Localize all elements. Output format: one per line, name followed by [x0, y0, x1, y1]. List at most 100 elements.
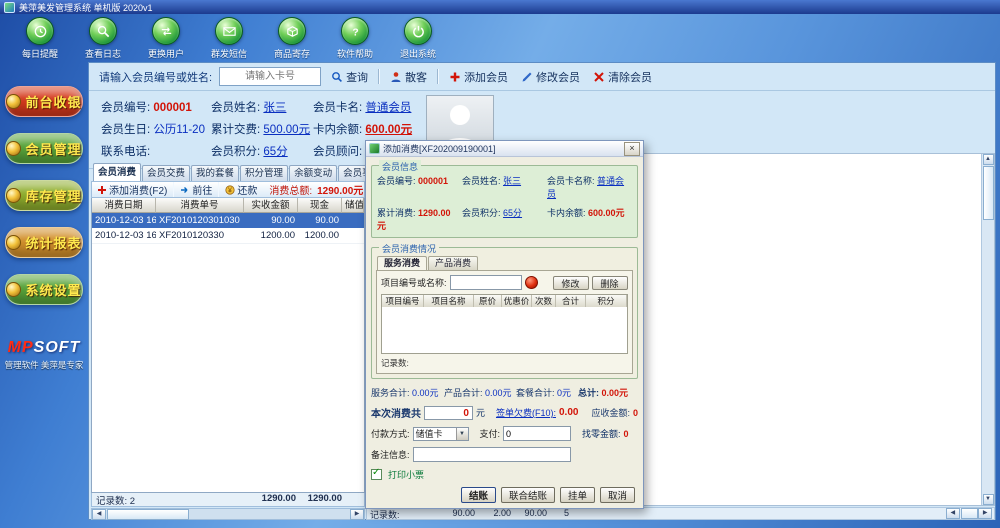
daily-reminder-button[interactable]: 每日提醒: [15, 17, 65, 60]
vertical-scrollbar[interactable]: ▲ ▼: [981, 154, 994, 505]
coin-icon: [6, 188, 22, 203]
query-button[interactable]: 查询: [328, 67, 371, 87]
pay-method-select[interactable]: 储值卡 ▼: [412, 426, 469, 441]
modify-member-button[interactable]: 修改会员: [518, 67, 583, 87]
print-row: 打印小票: [371, 467, 638, 481]
yuan-coin-icon: ¥: [225, 184, 235, 195]
sum-points: 5: [563, 508, 569, 518]
print-receipt-checkbox[interactable]: [371, 467, 382, 480]
goto-button[interactable]: 前往: [179, 182, 213, 197]
sidebar-item-cashier[interactable]: 前台收银: [5, 86, 83, 117]
table-row[interactable]: 2010-12-03 16: XF2010120330 1200.00 1200…: [92, 228, 364, 244]
scroll-left-arrow[interactable]: ◀: [946, 508, 960, 519]
sidebar-item-label: 系统设置: [25, 283, 82, 298]
scroll-thumb[interactable]: [960, 508, 979, 519]
search-label: 请输入会员编号或姓名:: [99, 71, 213, 84]
horizontal-scrollbar[interactable]: ◀ ▶: [91, 508, 365, 520]
view-log-button[interactable]: 查看日志: [78, 17, 128, 60]
sum-cash: 1290.00: [307, 493, 342, 504]
add-consumption-button[interactable]: 添加消费(F2): [96, 182, 168, 197]
tab-balance-changes[interactable]: 余额变动: [289, 165, 338, 181]
column-header[interactable]: 消费单号: [156, 198, 244, 213]
column-header[interactable]: 消费日期: [92, 198, 156, 213]
sidebar-item-inventory[interactable]: 库存管理: [5, 180, 83, 211]
cancel-button[interactable]: 取消: [599, 487, 635, 503]
member-search-bar: 请输入会员编号或姓名: 查询 散客 添加会员 修改会员 清除会: [89, 63, 995, 91]
member-name-value: 张三: [503, 176, 522, 186]
scroll-down-arrow[interactable]: ▼: [982, 494, 994, 505]
credit-debt-link[interactable]: 签单欠费(F10):: [496, 406, 556, 419]
tab-consumption[interactable]: 会员消费: [93, 163, 142, 181]
points-value[interactable]: 65分: [263, 146, 287, 158]
person-icon: [390, 71, 402, 83]
service-consumption-panel: 项目编号或名称: 修改 删除 项目编号 项目名称 原价 优惠价 次数 合计 积分…: [376, 270, 633, 374]
column-header[interactable]: 合计: [556, 295, 586, 307]
this-consumption-label: 本次消费共: [371, 409, 421, 420]
member-name-value[interactable]: 张三: [263, 102, 286, 114]
column-header[interactable]: 现金: [298, 198, 342, 213]
column-header[interactable]: 实收金额: [244, 198, 298, 213]
scroll-right-arrow[interactable]: ▶: [978, 508, 992, 519]
help-button[interactable]: ? 软件帮助: [330, 17, 380, 60]
member-field: 会员生日: 公历11-20: [101, 124, 205, 136]
sidebar-item-settings[interactable]: 系统设置: [5, 274, 83, 305]
total-paid-value[interactable]: 500.00元: [263, 124, 310, 136]
dialog-title: 添加消费[XF202009190001]: [383, 144, 496, 154]
member-id-value: 000001: [153, 102, 192, 114]
scroll-thumb[interactable]: [107, 508, 189, 520]
card-number-input[interactable]: [219, 67, 322, 86]
card-type-value[interactable]: 普通会员: [365, 102, 411, 114]
exit-system-button[interactable]: 退出系统: [393, 17, 443, 60]
column-header[interactable]: 项目名称: [424, 295, 474, 307]
table-row-selected[interactable]: 2010-12-03 16: XF2010120301030 90.00 90.…: [92, 213, 364, 228]
sidebar-item-members[interactable]: 会员管理: [5, 133, 83, 164]
switch-user-button[interactable]: 更换用户: [141, 17, 191, 60]
totals-row: 服务合计: 0.00元 产品合计: 0.00元 套餐合计: 0元 总计: 0.0…: [371, 388, 629, 398]
items-table-empty-body: [382, 307, 627, 353]
item-search-icon[interactable]: [524, 276, 538, 289]
sidebar-item-reports[interactable]: 统计报表: [5, 227, 83, 258]
settle-button[interactable]: 结账: [460, 487, 496, 503]
horizontal-scrollbar[interactable]: ◀ ▶: [946, 508, 992, 519]
tab-product-consumption[interactable]: 产品消费: [428, 256, 479, 270]
goods-box-icon: [278, 17, 306, 45]
modify-item-button[interactable]: 修改: [552, 275, 589, 290]
column-header[interactable]: 积分: [586, 295, 627, 307]
group-sms-button[interactable]: 群发短信: [204, 17, 254, 60]
chevron-down-icon: ▼: [455, 427, 468, 440]
close-icon[interactable]: ×: [624, 141, 640, 156]
dialog-titlebar[interactable]: 添加消费[XF202009190001] ×: [366, 141, 643, 157]
plus-icon: [97, 185, 107, 195]
note-label: 备注信息:: [371, 450, 410, 460]
tab-points[interactable]: 积分管理: [240, 165, 289, 181]
scroll-right-arrow[interactable]: ▶: [350, 508, 364, 520]
column-header[interactable]: 储值卡: [342, 198, 364, 213]
joint-settle-button[interactable]: 联合结账: [500, 487, 555, 503]
print-receipt-label: 打印小票: [388, 470, 425, 480]
top-toolbar: 每日提醒 查看日志 更换用户 群发短信 商品寄存 ? 软件帮助 退出系统: [0, 14, 1000, 65]
pay-amount-input[interactable]: [503, 426, 572, 441]
scroll-up-arrow[interactable]: ▲: [982, 154, 994, 165]
walkin-button[interactable]: 散客: [387, 67, 430, 87]
add-member-button[interactable]: 添加会员: [446, 67, 511, 87]
column-header[interactable]: 原价: [474, 295, 502, 307]
item-code-input[interactable]: [449, 275, 522, 290]
column-header[interactable]: 项目编号: [382, 295, 424, 307]
record-count: 记录数: 2: [96, 496, 136, 507]
goods-deposit-button[interactable]: 商品寄存: [267, 17, 317, 60]
scroll-thumb[interactable]: [982, 166, 994, 220]
scroll-left-arrow[interactable]: ◀: [92, 508, 106, 520]
balance-value[interactable]: 600.00元: [365, 124, 412, 136]
hold-order-button[interactable]: 挂单: [559, 487, 595, 503]
column-header[interactable]: 次数: [532, 295, 556, 307]
item-code-label: 项目编号或名称:: [381, 278, 447, 288]
tab-service-consumption[interactable]: 服务消费: [377, 256, 428, 270]
tab-payments[interactable]: 会员交费: [142, 165, 191, 181]
note-input[interactable]: [412, 447, 571, 462]
delete-item-button[interactable]: 删除: [591, 275, 628, 290]
clear-member-button[interactable]: 清除会员: [590, 67, 655, 87]
consumption-table: 消费日期 消费单号 实收金额 现金 储值卡 2010-12-03 16: XF2…: [91, 198, 365, 493]
column-header[interactable]: 优惠价: [502, 295, 532, 307]
repay-button[interactable]: ¥ 还款: [224, 182, 258, 197]
tab-packages[interactable]: 我的套餐: [191, 165, 240, 181]
